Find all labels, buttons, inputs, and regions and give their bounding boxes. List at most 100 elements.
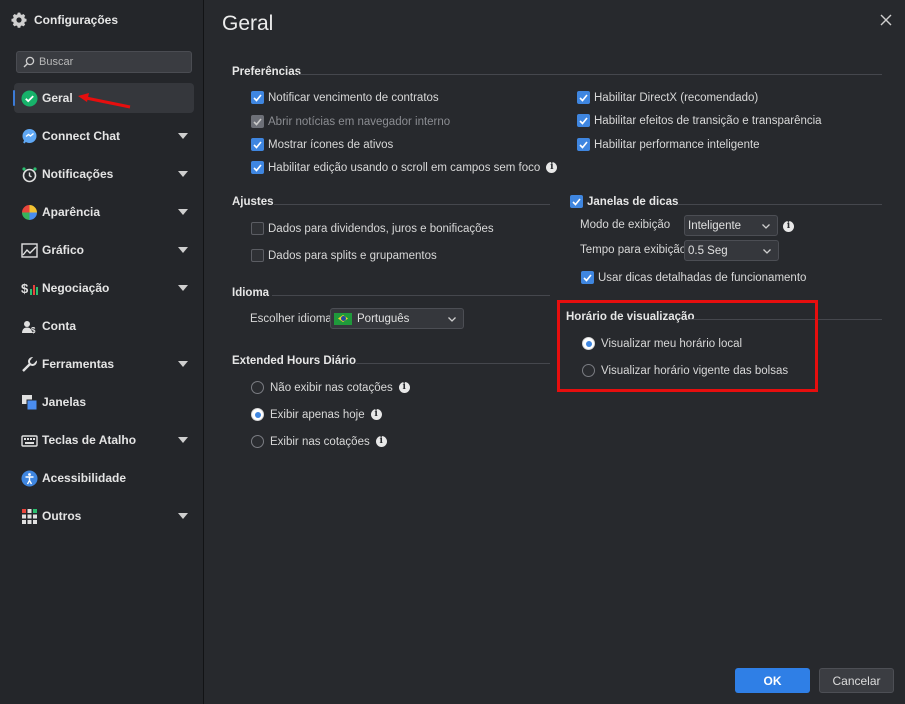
checkbox-unchecked-icon[interactable]: [251, 222, 264, 235]
checkbox-checked-icon[interactable]: [251, 91, 264, 104]
checkbox-habilitar-directx[interactable]: Habilitar DirectX (recomendado): [577, 91, 758, 104]
section-title-janelas-de-dicas: Janelas de dicas: [587, 195, 679, 208]
sidebar-item-acessibilidade[interactable]: Acessibilidade: [14, 463, 194, 493]
chevron-down-icon[interactable]: [178, 247, 188, 253]
dollar-chart-icon: $: [20, 279, 38, 297]
chevron-down-icon[interactable]: [178, 361, 188, 367]
chevron-down-icon[interactable]: [178, 513, 188, 519]
modo-exibicao-label: Modo de exibição: [580, 219, 671, 231]
checkbox-checked-icon[interactable]: [577, 91, 590, 104]
info-icon[interactable]: i: [546, 162, 558, 173]
radio-unselected-icon[interactable]: [251, 381, 264, 394]
chat-icon: [20, 127, 38, 145]
radio-unselected-icon[interactable]: [251, 435, 264, 448]
checkbox-janelas-de-dicas[interactable]: Janelas de dicas: [570, 195, 678, 208]
page-title: Geral: [222, 12, 274, 35]
chevron-down-icon[interactable]: [178, 285, 188, 291]
sidebar-item-label: Geral: [42, 91, 73, 105]
idioma-select[interactable]: Português: [330, 308, 464, 329]
sidebar-item-aparencia[interactable]: Aparência: [14, 197, 194, 227]
checkbox-habilitar-efeitos[interactable]: Habilitar efeitos de transição e transpa…: [577, 114, 822, 127]
chevron-down-icon[interactable]: [178, 209, 188, 215]
divider: [272, 295, 550, 296]
checkbox-dados-splits[interactable]: Dados para splits e grupamentos: [251, 249, 437, 262]
sidebar: Configurações Geral Connect Chat Notific…: [0, 0, 204, 704]
checkbox-label: Notificar vencimento de contratos: [268, 91, 439, 104]
section-title-idioma: Idioma: [232, 287, 270, 299]
red-highlight-annotation: [557, 300, 818, 392]
chevron-down-icon[interactable]: [178, 437, 188, 443]
checkbox-label: Usar dicas detalhadas de funcionamento: [598, 271, 807, 284]
checkbox-checked-icon[interactable]: [577, 138, 590, 151]
checkbox-label: Dados para splits e grupamentos: [268, 249, 437, 262]
radio-exibir-apenas-hoje[interactable]: Exibir apenas hoje i: [251, 408, 382, 421]
checkbox-notificar-vencimento[interactable]: Notificar vencimento de contratos: [251, 91, 439, 104]
radio-label: Exibir apenas hoje: [270, 408, 365, 421]
checkbox-dados-dividendos[interactable]: Dados para dividendos, juros e bonificaç…: [251, 222, 494, 235]
checkbox-checked-icon[interactable]: [251, 138, 264, 151]
alarm-clock-icon: [20, 165, 38, 183]
main-panel: Geral Preferências Notificar vencimento …: [204, 0, 905, 704]
grid-icon: [20, 507, 38, 525]
sidebar-item-notificacoes[interactable]: Notificações: [14, 159, 194, 189]
info-icon[interactable]: i: [783, 221, 794, 232]
divider: [678, 204, 882, 205]
brazil-flag-icon: [334, 312, 352, 325]
info-icon[interactable]: i: [370, 409, 382, 420]
checkbox-checked-icon[interactable]: [577, 114, 590, 127]
checkbox-checked-icon[interactable]: [581, 271, 594, 284]
chevron-down-icon: [448, 317, 456, 322]
sidebar-item-janelas[interactable]: Janelas: [14, 387, 194, 417]
chevron-down-icon[interactable]: [178, 133, 188, 139]
sidebar-item-grafico[interactable]: Gráfico: [14, 235, 194, 265]
search-input[interactable]: [39, 56, 179, 68]
sidebar-item-label: Outros: [42, 509, 82, 523]
radio-nao-exibir[interactable]: Não exibir nas cotações i: [251, 381, 410, 394]
sidebar-item-negociacao[interactable]: $ Negociação: [14, 273, 194, 303]
checkbox-label: Mostrar ícones de ativos: [268, 138, 394, 151]
radio-exibir-nas-cotacoes[interactable]: Exibir nas cotações i: [251, 435, 387, 448]
checkbox-checked-icon[interactable]: [570, 195, 583, 208]
checkbox-dicas-detalhadas[interactable]: Usar dicas detalhadas de funcionamento: [581, 271, 806, 284]
sidebar-item-connect-chat[interactable]: Connect Chat: [14, 121, 194, 151]
checkbox-label: Habilitar efeitos de transição e transpa…: [594, 114, 822, 127]
checkbox-label: Abrir notícias em navegador interno: [268, 115, 451, 128]
radio-label: Não exibir nas cotações: [270, 381, 393, 394]
sidebar-item-ferramentas[interactable]: Ferramentas: [14, 349, 194, 379]
select-value: Inteligente: [688, 219, 742, 232]
select-value: 0.5 Seg: [688, 244, 728, 257]
checkbox-unchecked-icon[interactable]: [251, 249, 264, 262]
sidebar-item-label: Notificações: [42, 167, 114, 181]
app-title: Configurações: [10, 11, 118, 29]
chevron-down-icon[interactable]: [178, 171, 188, 177]
checkbox-checked-icon: [251, 115, 264, 128]
check-circle-icon: [20, 89, 38, 107]
chart-icon: [20, 241, 38, 259]
sidebar-item-label: Ferramentas: [42, 357, 115, 371]
modo-exibicao-select[interactable]: Inteligente: [684, 215, 778, 236]
accessibility-icon: [20, 469, 38, 487]
color-palette-icon: [20, 203, 38, 221]
checkbox-mostrar-icones[interactable]: Mostrar ícones de ativos: [251, 138, 393, 151]
search-box[interactable]: [16, 51, 192, 73]
cancel-button[interactable]: Cancelar: [819, 668, 894, 693]
radio-selected-icon[interactable]: [251, 408, 264, 421]
user-account-icon: $: [20, 317, 38, 335]
sidebar-item-outros[interactable]: Outros: [14, 501, 194, 531]
sidebar-item-label: Acessibilidade: [42, 471, 127, 485]
checkbox-habilitar-performance[interactable]: Habilitar performance inteligente: [577, 138, 760, 151]
sidebar-item-conta[interactable]: $ Conta: [14, 311, 194, 341]
windows-icon: [20, 393, 38, 411]
red-arrow-annotation-icon: [78, 93, 131, 109]
tempo-exibicao-select[interactable]: 0.5 Seg: [684, 240, 779, 261]
checkbox-checked-icon[interactable]: [251, 161, 264, 174]
sidebar-item-label: Connect Chat: [42, 129, 120, 143]
checkbox-habilitar-scroll[interactable]: Habilitar edição usando o scroll em camp…: [251, 161, 558, 174]
info-icon[interactable]: i: [375, 436, 387, 447]
checkbox-label: Dados para dividendos, juros e bonificaç…: [268, 222, 494, 235]
info-icon[interactable]: i: [398, 382, 410, 393]
ok-button[interactable]: OK: [735, 668, 810, 693]
chevron-down-icon: [762, 224, 770, 229]
close-icon[interactable]: [879, 13, 893, 27]
sidebar-item-teclas-de-atalho[interactable]: Teclas de Atalho: [14, 425, 194, 455]
